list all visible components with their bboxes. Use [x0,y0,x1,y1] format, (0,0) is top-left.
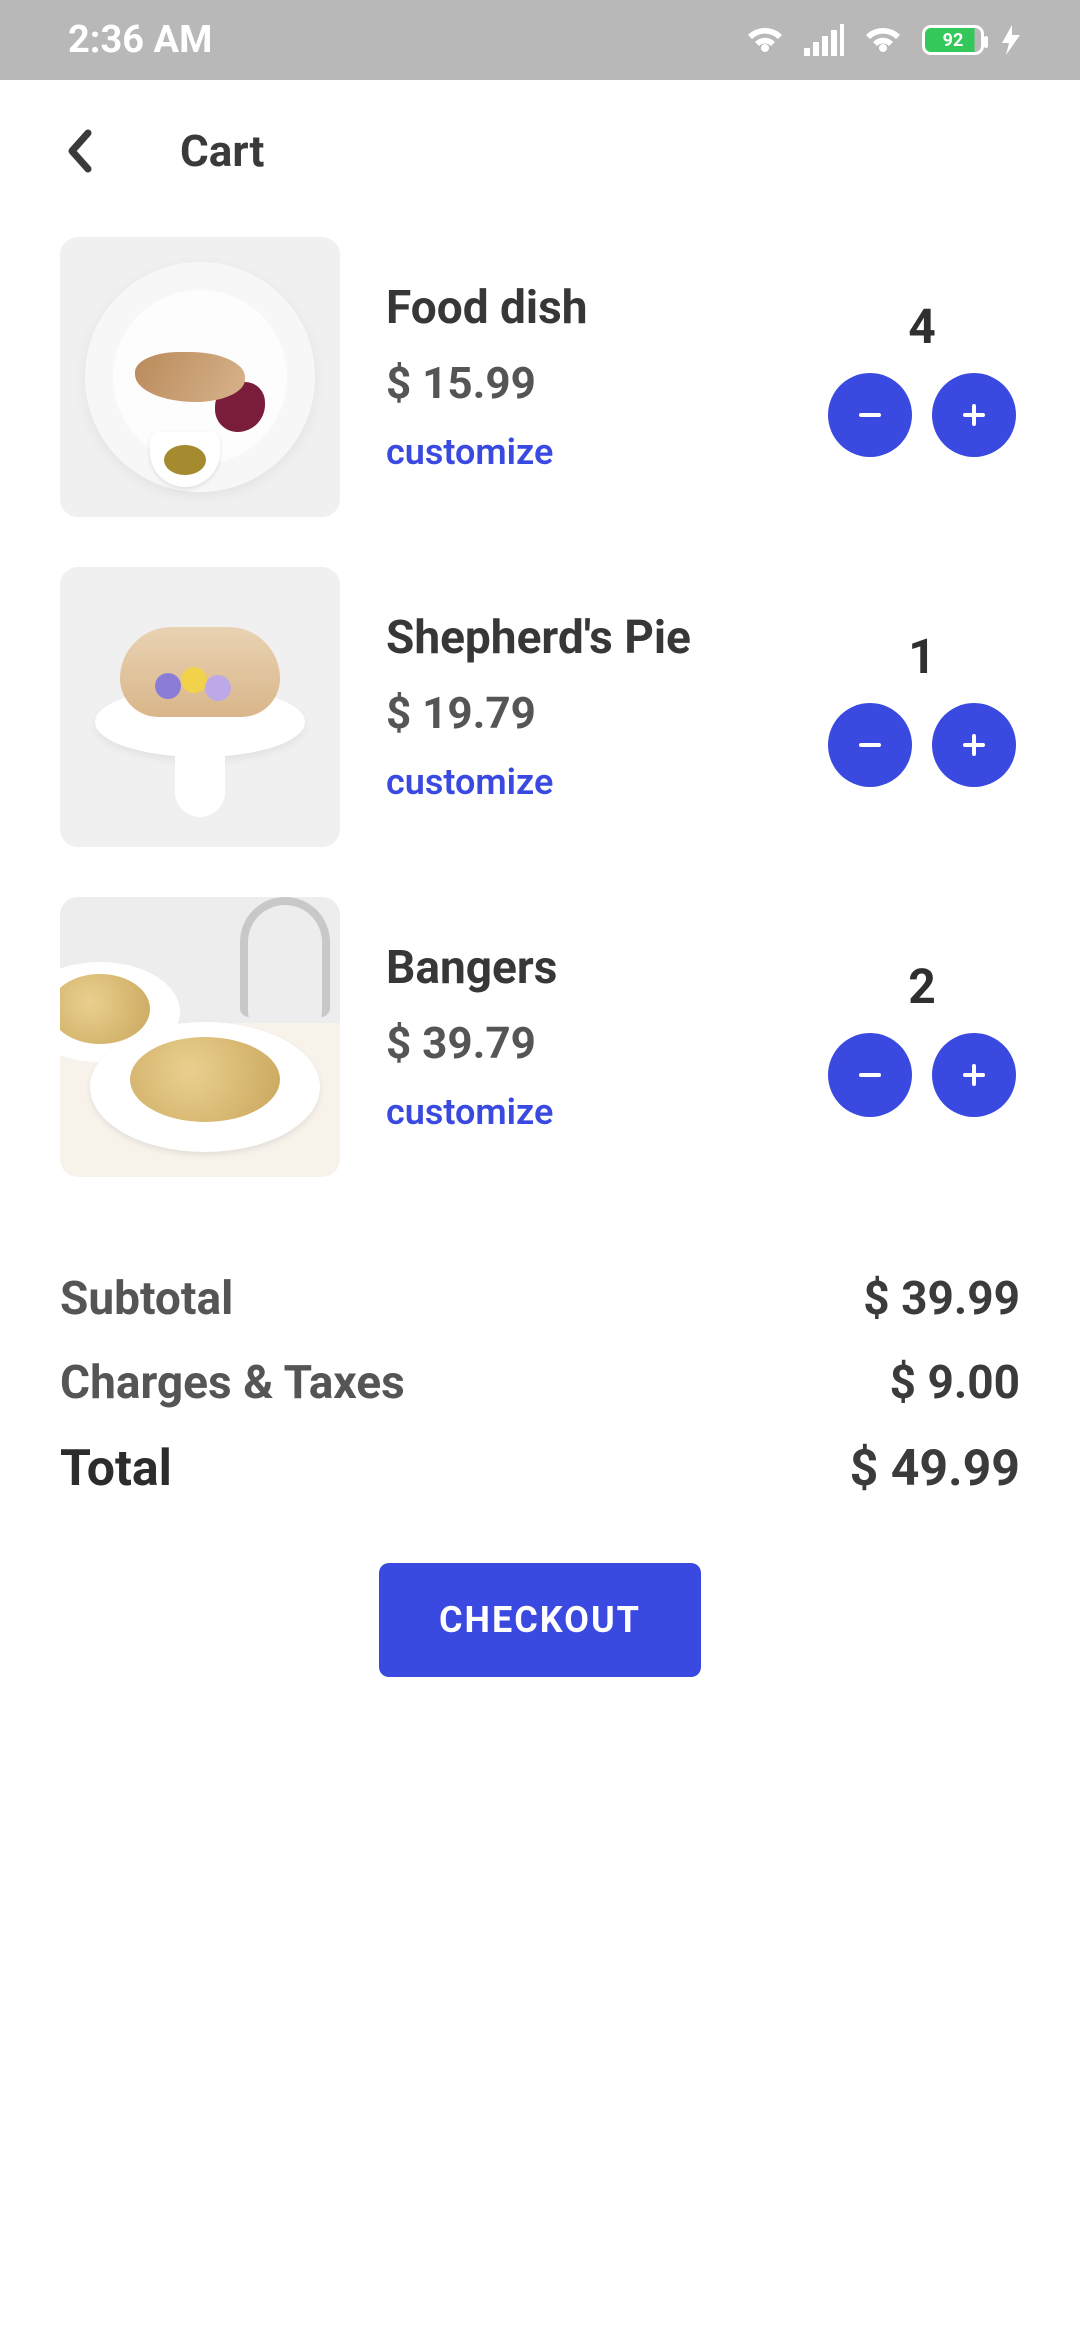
status-bar: 2:36 AM 92 [0,0,1080,80]
cart-item: Food dish $ 15.99 customize 4 [60,217,1020,547]
status-time: 2:36 AM [68,18,212,62]
increment-button[interactable] [932,1033,1016,1117]
customize-link[interactable]: customize [386,1091,782,1133]
chevron-left-icon [66,129,94,173]
subtotal-label: Subtotal [60,1272,233,1326]
total-label: Total [60,1440,172,1498]
plus-icon [957,1058,991,1092]
quantity-control: 1 [828,628,1020,787]
subtotal-value: $ 39.99 [863,1272,1020,1326]
back-button[interactable] [60,131,100,171]
item-info: Food dish $ 15.99 customize [386,281,782,473]
increment-button[interactable] [932,703,1016,787]
quantity-value: 4 [908,298,936,355]
item-name: Bangers [386,941,782,995]
item-price: $ 39.79 [386,1017,782,1069]
cart-item: Shepherd's Pie $ 19.79 customize 1 [60,547,1020,877]
quantity-value: 2 [908,958,936,1015]
decrement-button[interactable] [828,703,912,787]
item-price: $ 15.99 [386,357,782,409]
page-header: Cart [0,80,1080,217]
charges-label: Charges & Taxes [60,1356,405,1410]
plus-icon [957,398,991,432]
total-row: Total $ 49.99 [60,1440,1020,1498]
item-name: Food dish [386,281,782,335]
quantity-value: 1 [908,628,936,685]
minus-icon [853,1058,887,1092]
minus-icon [853,398,887,432]
quantity-control: 2 [828,958,1020,1117]
cart-item: Bangers $ 39.79 customize 2 [60,877,1020,1207]
item-name: Shepherd's Pie [386,611,782,665]
checkout-button[interactable]: CHECKOUT [379,1563,701,1677]
order-summary: Subtotal $ 39.99 Charges & Taxes $ 9.00 … [0,1207,1080,1737]
plus-icon [957,728,991,762]
item-price: $ 19.79 [386,687,782,739]
wifi-icon [744,24,786,56]
item-info: Bangers $ 39.79 customize [386,941,782,1133]
cart-list: Food dish $ 15.99 customize 4 Shepherd's… [0,217,1080,1207]
item-image [60,237,340,517]
item-info: Shepherd's Pie $ 19.79 customize [386,611,782,803]
quantity-control: 4 [828,298,1020,457]
charging-bolt-icon [1002,25,1020,55]
decrement-button[interactable] [828,1033,912,1117]
charges-value: $ 9.00 [890,1356,1020,1410]
status-indicators: 92 [744,24,1020,56]
battery-icon: 92 [922,25,984,55]
customize-link[interactable]: customize [386,431,782,473]
charges-row: Charges & Taxes $ 9.00 [60,1356,1020,1410]
page-title: Cart [180,125,264,177]
customize-link[interactable]: customize [386,761,782,803]
item-image [60,897,340,1177]
signal-icon [804,24,844,56]
subtotal-row: Subtotal $ 39.99 [60,1272,1020,1326]
wifi-icon-2 [862,24,904,56]
item-image [60,567,340,847]
minus-icon [853,728,887,762]
battery-percent: 92 [943,30,964,51]
increment-button[interactable] [932,373,1016,457]
decrement-button[interactable] [828,373,912,457]
total-value: $ 49.99 [850,1440,1020,1498]
